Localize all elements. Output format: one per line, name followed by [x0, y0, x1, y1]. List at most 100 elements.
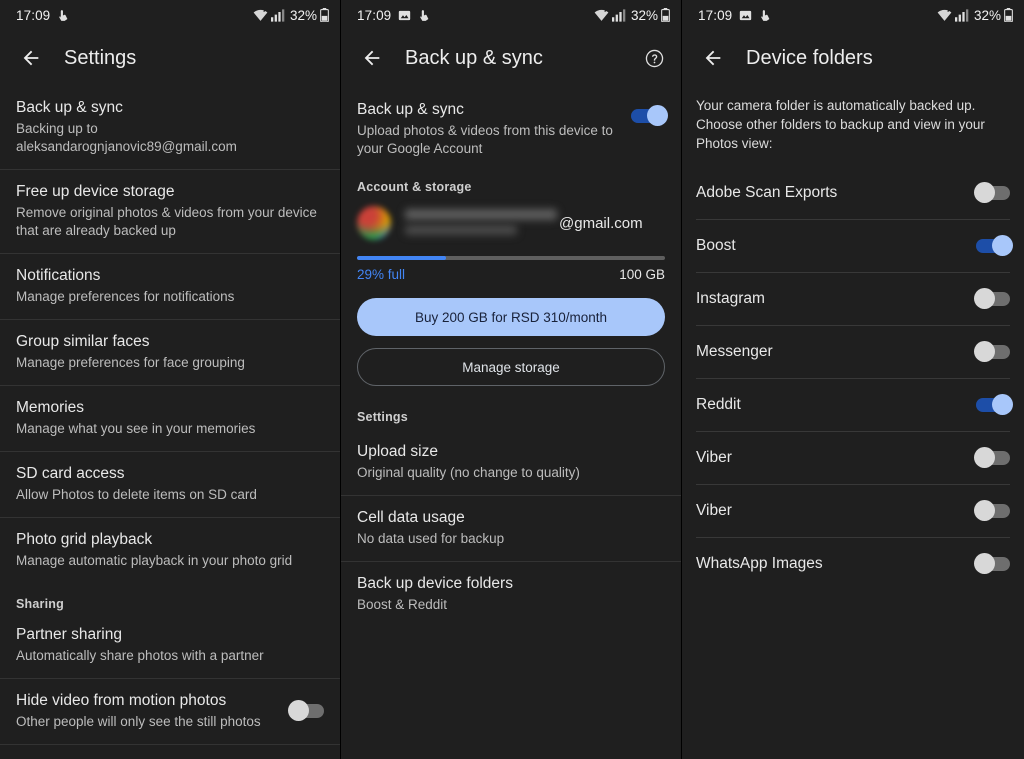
- signal-icon: [611, 8, 626, 22]
- folder-row-instagram[interactable]: Instagram: [696, 273, 1010, 326]
- backup-sync-toggle[interactable]: [631, 105, 668, 126]
- folder-row-reddit[interactable]: Reddit: [696, 379, 1013, 432]
- storage-total-label: 100 GB: [619, 267, 665, 282]
- toggle-knob: [974, 500, 995, 521]
- account-email-domain: @gmail.com: [559, 214, 643, 232]
- status-bar: 17:09 32%: [682, 0, 1024, 30]
- backup-sync-master-row[interactable]: Back up & sync Upload photos & videos fr…: [341, 86, 681, 158]
- settings-item-sd-card-access[interactable]: SD card access Allow Photos to delete it…: [0, 452, 340, 518]
- folder-toggle[interactable]: [974, 447, 1010, 468]
- section-header-settings: Settings: [357, 410, 408, 424]
- folder-row-whatsapp-images[interactable]: WhatsApp Images: [696, 538, 1010, 590]
- item-text-block: Hide video from motion photos Other peop…: [16, 691, 280, 731]
- backup-item-back-up-device-folders[interactable]: Back up device folders Boost & Reddit: [341, 562, 681, 627]
- hide-video-toggle[interactable]: [288, 700, 324, 721]
- item-title: Hide video from motion photos: [16, 692, 227, 709]
- item-text-block: Back up & sync Upload photos & videos fr…: [357, 100, 621, 158]
- back-button[interactable]: [355, 41, 389, 75]
- item-title: Memories: [16, 399, 85, 416]
- folder-name: Boost: [696, 237, 736, 254]
- toggle-knob: [647, 105, 668, 126]
- settings-item-backup-sync[interactable]: Back up & sync Backing up to aleksandaro…: [0, 86, 340, 170]
- item-subtitle: Backing up to aleksandarognjanovic89@gma…: [16, 121, 237, 154]
- section-header-account-storage: Account & storage: [357, 180, 472, 194]
- account-row[interactable]: @gmail.com: [341, 196, 681, 242]
- item-subtitle: Other people will only see the still pho…: [16, 714, 261, 729]
- item-subtitle: Manage what you see in your memories: [16, 421, 256, 436]
- settings-item-skipped-suggestions[interactable]: Skipped suggestions View & remove your s…: [0, 745, 340, 759]
- settings-item-partner-sharing[interactable]: Partner sharing Automatically share phot…: [0, 613, 340, 679]
- battery-percent: 32%: [630, 7, 658, 23]
- item-subtitle: Automatically share photos with a partne…: [16, 648, 264, 663]
- storage-progress-fill: [357, 256, 447, 260]
- image-icon: [398, 9, 411, 22]
- toggle-knob: [974, 288, 995, 309]
- folder-toggle[interactable]: [976, 394, 1013, 415]
- help-circle-icon[interactable]: [639, 43, 669, 73]
- folder-name: Viber: [696, 502, 732, 519]
- item-title: Back up & sync: [16, 99, 123, 116]
- signal-icon: [954, 8, 969, 22]
- backup-item-upload-size[interactable]: Upload size Original quality (no change …: [341, 430, 681, 496]
- folder-name: Instagram: [696, 290, 765, 307]
- status-bar-left: 17:09: [16, 8, 70, 23]
- item-subtitle: Original quality (no change to quality): [357, 465, 580, 480]
- account-name-redacted: [405, 207, 557, 239]
- item-title: Upload size: [357, 443, 438, 460]
- signal-icon: [270, 8, 285, 22]
- settings-item-free-up-device-storage[interactable]: Free up device storage Remove original p…: [0, 170, 340, 254]
- status-bar: 17:09 32%: [341, 0, 681, 30]
- item-subtitle: No data used for backup: [357, 531, 505, 546]
- buy-storage-button[interactable]: Buy 200 GB for RSD 310/month: [357, 298, 665, 336]
- folder-toggle[interactable]: [976, 235, 1013, 256]
- toggle-knob: [288, 700, 309, 721]
- wifi-icon: [253, 9, 268, 22]
- page-title: Settings: [64, 46, 137, 69]
- folder-toggle[interactable]: [974, 500, 1010, 521]
- settings-item-photo-grid-playback[interactable]: Photo grid playback Manage automatic pla…: [0, 518, 340, 583]
- settings-item-notifications[interactable]: Notifications Manage preferences for not…: [0, 254, 340, 320]
- folder-row-viber-2[interactable]: Viber: [696, 485, 1010, 538]
- page-title: Device folders: [746, 46, 873, 69]
- toggle-knob: [974, 341, 995, 362]
- status-bar: 17:09 32%: [0, 0, 340, 30]
- back-button[interactable]: [14, 41, 48, 75]
- item-title: Photo grid playback: [16, 531, 153, 548]
- status-bar-right: 32%: [253, 8, 329, 23]
- page-title: Back up & sync: [405, 46, 543, 69]
- item-subtitle: Manage preferences for notifications: [16, 289, 235, 304]
- status-time: 17:09: [357, 7, 392, 23]
- back-button[interactable]: [696, 41, 730, 75]
- settings-item-memories[interactable]: Memories Manage what you see in your mem…: [0, 386, 340, 452]
- folder-row-boost[interactable]: Boost: [696, 220, 1013, 273]
- status-time: 17:09: [698, 7, 733, 23]
- image-icon: [739, 9, 752, 22]
- item-title: SD card access: [16, 465, 125, 482]
- folder-toggle[interactable]: [974, 288, 1010, 309]
- settings-item-hide-video-from-motion-photos[interactable]: Hide video from motion photos Other peop…: [0, 679, 340, 745]
- folder-row-viber-1[interactable]: Viber: [696, 432, 1010, 485]
- settings-item-group-similar-faces[interactable]: Group similar faces Manage preferences f…: [0, 320, 340, 386]
- item-title: Back up & sync: [357, 101, 464, 118]
- touch-indicator-icon: [57, 9, 70, 22]
- storage-meter: 29% full 100 GB: [341, 242, 681, 282]
- item-title: Cell data usage: [357, 509, 465, 526]
- folder-name: Adobe Scan Exports: [696, 184, 838, 201]
- item-subtitle: Manage automatic playback in your photo …: [16, 553, 293, 568]
- item-title: Group similar faces: [16, 333, 150, 350]
- manage-storage-button[interactable]: Manage storage: [357, 348, 665, 386]
- three-panel-screenshot: 17:09 32% Settings Back up & sync Backin…: [0, 0, 1024, 759]
- device-folders-app-bar: Device folders: [682, 30, 1024, 86]
- item-title: Notifications: [16, 267, 101, 284]
- touch-indicator-icon: [759, 9, 772, 22]
- storage-percent-label: 29% full: [357, 267, 406, 282]
- status-bar-left: 17:09: [698, 8, 772, 23]
- folder-toggle[interactable]: [974, 553, 1010, 574]
- folder-row-messenger[interactable]: Messenger: [696, 326, 1010, 379]
- backup-item-cell-data-usage[interactable]: Cell data usage No data used for backup: [341, 496, 681, 562]
- folder-toggle[interactable]: [974, 341, 1010, 362]
- folder-row-adobe-scan-exports[interactable]: Adobe Scan Exports: [696, 167, 1010, 220]
- item-subtitle: Manage preferences for face grouping: [16, 355, 245, 370]
- folder-toggle[interactable]: [974, 182, 1010, 203]
- wifi-icon: [594, 9, 609, 22]
